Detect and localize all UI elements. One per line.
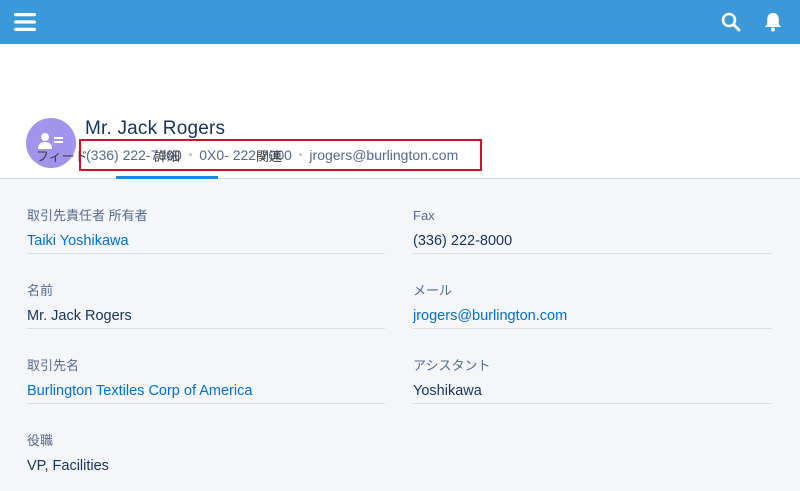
field-label: 取引先責任者 所有者 [27,208,148,223]
top-navigation-bar [0,0,800,44]
tab-details[interactable]: 詳細 [116,135,218,179]
field-owner: 取引先責任者 所有者 Taiki Yoshikawa [27,179,385,254]
field-title: 役職 VP, Facilities [27,404,385,479]
record-header: Mr. Jack Rogers (336) 222-7000 • 0X0- 22… [0,44,800,179]
details-left-column: 取引先責任者 所有者 Taiki Yoshikawa 名前 Mr. Jack R… [27,179,385,479]
field-fax: Fax (336) 222-8000 [413,179,772,254]
field-label: 役職 [27,433,54,448]
tab-related[interactable]: 関連 [218,135,320,179]
details-right-column: Fax (336) 222-8000 メール jrogers@burlingto… [413,179,772,404]
tab-feed-label: フィード [36,149,88,164]
app: Mr. Jack Rogers (336) 222-7000 • 0X0- 22… [0,0,800,491]
field-email: メール jrogers@burlington.com [413,254,772,329]
field-label: アシスタント [413,358,491,373]
field-label: 名前 [27,283,54,298]
field-assistant: アシスタント Yoshikawa [413,329,772,404]
title-value: VP, Facilities [27,458,109,474]
fax-value: (336) 222-8000 [413,233,513,249]
contact-email[interactable]: jrogers@burlington.com [309,147,458,163]
field-label: 取引先名 [27,358,80,373]
bell-icon[interactable] [760,9,786,35]
tab-feed[interactable]: フィード [14,135,116,179]
hamburger-menu-icon[interactable] [12,9,38,35]
field-label: Fax [413,208,435,223]
search-icon[interactable] [718,9,744,35]
account-link[interactable]: Burlington Textiles Corp of America [27,381,385,401]
tab-details-label: 詳細 [153,149,180,164]
assistant-value: Yoshikawa [413,383,482,399]
email-link[interactable]: jrogers@burlington.com [413,306,772,326]
field-name: 名前 Mr. Jack Rogers [27,254,385,329]
tab-related-label: 関連 [255,149,282,164]
field-label: メール [413,283,453,298]
record-tabs: フィード 詳細 関連 [14,135,320,179]
owner-link[interactable]: Taiki Yoshikawa [27,231,385,251]
field-account: 取引先名 Burlington Textiles Corp of America [27,329,385,404]
name-value: Mr. Jack Rogers [27,308,132,324]
